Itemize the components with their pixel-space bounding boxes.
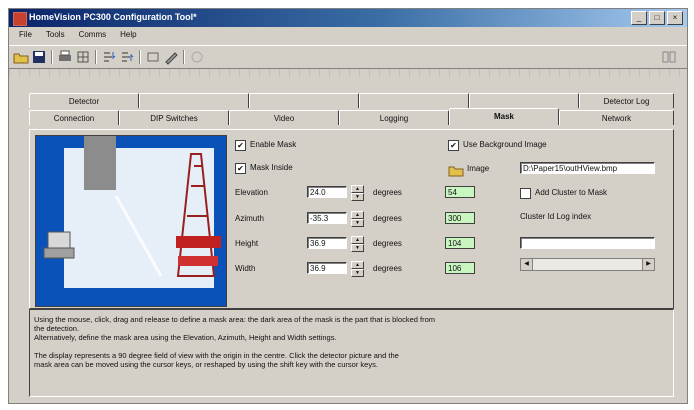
height-value: 104 (445, 237, 475, 249)
cluster-log-input[interactable] (520, 237, 655, 249)
menu-tools[interactable]: Tools (40, 29, 71, 43)
spin-down-icon[interactable]: ▼ (351, 193, 364, 201)
spin-up-icon[interactable]: ▲ (351, 185, 364, 193)
help-text-box: Using the mouse, click, drag and release… (29, 309, 674, 397)
spin-up-icon[interactable]: ▲ (351, 211, 364, 219)
elevation-value: 54 (445, 186, 475, 198)
azimuth-label: Azimuth (235, 214, 264, 223)
cluster-log-label: Cluster Id Log index (520, 212, 592, 221)
menu-comms[interactable]: Comms (73, 29, 113, 43)
maximize-button[interactable]: □ (649, 11, 665, 25)
menu-bar: File Tools Comms Help (9, 29, 143, 43)
tab-detector[interactable]: Detector (29, 93, 139, 108)
spin-down-icon[interactable]: ▼ (351, 219, 364, 227)
detector-preview[interactable] (35, 135, 227, 307)
help-line-5: The display represents a 90 degree field… (34, 351, 399, 360)
height-spinner[interactable]: ▲ ▼ (351, 236, 364, 252)
import-icon[interactable] (101, 49, 117, 65)
mask-area[interactable] (84, 136, 116, 190)
tab-row-top: Detector Detector Log (29, 93, 674, 108)
width-input[interactable]: 36.9 (307, 262, 347, 274)
spin-up-icon[interactable]: ▲ (351, 261, 364, 269)
ruler (9, 69, 687, 77)
close-button[interactable]: × (667, 11, 683, 25)
tab-dip-switches[interactable]: DIP Switches (119, 110, 229, 125)
image-folder-icon[interactable] (448, 162, 464, 178)
tab-connection[interactable]: Connection (29, 110, 119, 125)
horizontal-scrollbar[interactable]: ◀ ▶ (520, 258, 655, 271)
help-line-6: mask area can be moved using the cursor … (34, 360, 378, 369)
title-bar: HomeVision PC300 Configuration Tool* _ □… (9, 9, 687, 27)
elevation-input[interactable]: 24.0 (307, 186, 347, 198)
tab-network[interactable]: Network (559, 110, 674, 125)
elevation-degrees: degrees (373, 188, 402, 197)
tab-blank-4[interactable] (469, 93, 579, 108)
circle-icon[interactable] (189, 49, 205, 65)
image-button[interactable]: Image (467, 164, 489, 173)
width-label: Width (235, 264, 256, 273)
menu-help[interactable]: Help (114, 29, 142, 43)
height-label: Height (235, 239, 259, 248)
window-title: HomeVision PC300 Configuration Tool* (29, 12, 197, 22)
tab-mask[interactable]: Mask (449, 108, 559, 125)
scroll-right-icon[interactable]: ▶ (642, 259, 654, 270)
azimuth-input[interactable]: -35.3 (307, 212, 347, 224)
tab-row-bottom: Connection DIP Switches Video Logging Ma… (29, 108, 674, 125)
toolbar-separator (139, 50, 140, 64)
tab-blank-3[interactable] (359, 93, 469, 108)
spin-down-icon[interactable]: ▼ (351, 269, 364, 277)
add-cluster-checkbox[interactable] (520, 188, 531, 199)
preview-scene (36, 136, 226, 306)
scroll-left-icon[interactable]: ◀ (521, 259, 533, 270)
toolbar (9, 45, 687, 69)
enable-mask-label: Enable Mask (250, 140, 297, 149)
help-line-3: Alternatively, define the mask area usin… (34, 333, 337, 342)
mask-inside-checkbox[interactable]: ✔ (235, 163, 246, 174)
rect-icon[interactable] (145, 49, 161, 65)
enable-mask-checkbox[interactable]: ✔ (235, 140, 246, 151)
panel-toggle-icon[interactable] (661, 49, 677, 65)
app-window: HomeVision PC300 Configuration Tool* _ □… (8, 8, 688, 404)
tab-video[interactable]: Video (229, 110, 339, 125)
height-degrees: degrees (373, 239, 402, 248)
elevation-label: Elevation (235, 188, 268, 197)
use-background-label: Use Background Image (463, 140, 547, 149)
help-line-1: Using the mouse, click, drag and release… (34, 315, 436, 324)
add-cluster-label: Add Cluster to Mask (535, 188, 608, 197)
toolbar-separator (183, 50, 184, 64)
app-icon (13, 12, 27, 26)
spin-down-icon[interactable]: ▼ (351, 244, 364, 252)
use-background-checkbox[interactable]: ✔ (448, 140, 459, 151)
print-icon[interactable] (57, 49, 73, 65)
mask-panel: ✔ Enable Mask ✔ Mask Inside Elevation 24… (29, 129, 674, 309)
width-spinner[interactable]: ▲ ▼ (351, 261, 364, 277)
minimize-button[interactable]: _ (631, 11, 647, 25)
tab-blank-2[interactable] (249, 93, 359, 108)
menu-file[interactable]: File (13, 29, 38, 43)
azimuth-degrees: degrees (373, 214, 402, 223)
tab-logging[interactable]: Logging (339, 110, 449, 125)
toolbar-separator (95, 50, 96, 64)
help-line-2: the detection. (34, 324, 80, 333)
open-icon[interactable] (13, 49, 29, 65)
mask-inside-label: Mask Inside (250, 163, 293, 172)
export-icon[interactable] (119, 49, 135, 65)
tab-detector-log[interactable]: Detector Log (579, 93, 674, 108)
width-value: 106 (445, 262, 475, 274)
grid-icon[interactable] (75, 49, 91, 65)
width-degrees: degrees (373, 264, 402, 273)
azimuth-spinner[interactable]: ▲ ▼ (351, 211, 364, 227)
spin-up-icon[interactable]: ▲ (351, 236, 364, 244)
image-path-input[interactable]: D:\Paper15\outHView.bmp (520, 162, 655, 174)
toolbar-separator (51, 50, 52, 64)
save-icon[interactable] (31, 49, 47, 65)
height-input[interactable]: 36.9 (307, 237, 347, 249)
tab-blank-1[interactable] (139, 93, 249, 108)
elevation-spinner[interactable]: ▲ ▼ (351, 185, 364, 201)
pen-icon[interactable] (163, 49, 179, 65)
azimuth-value: 300 (445, 212, 475, 224)
